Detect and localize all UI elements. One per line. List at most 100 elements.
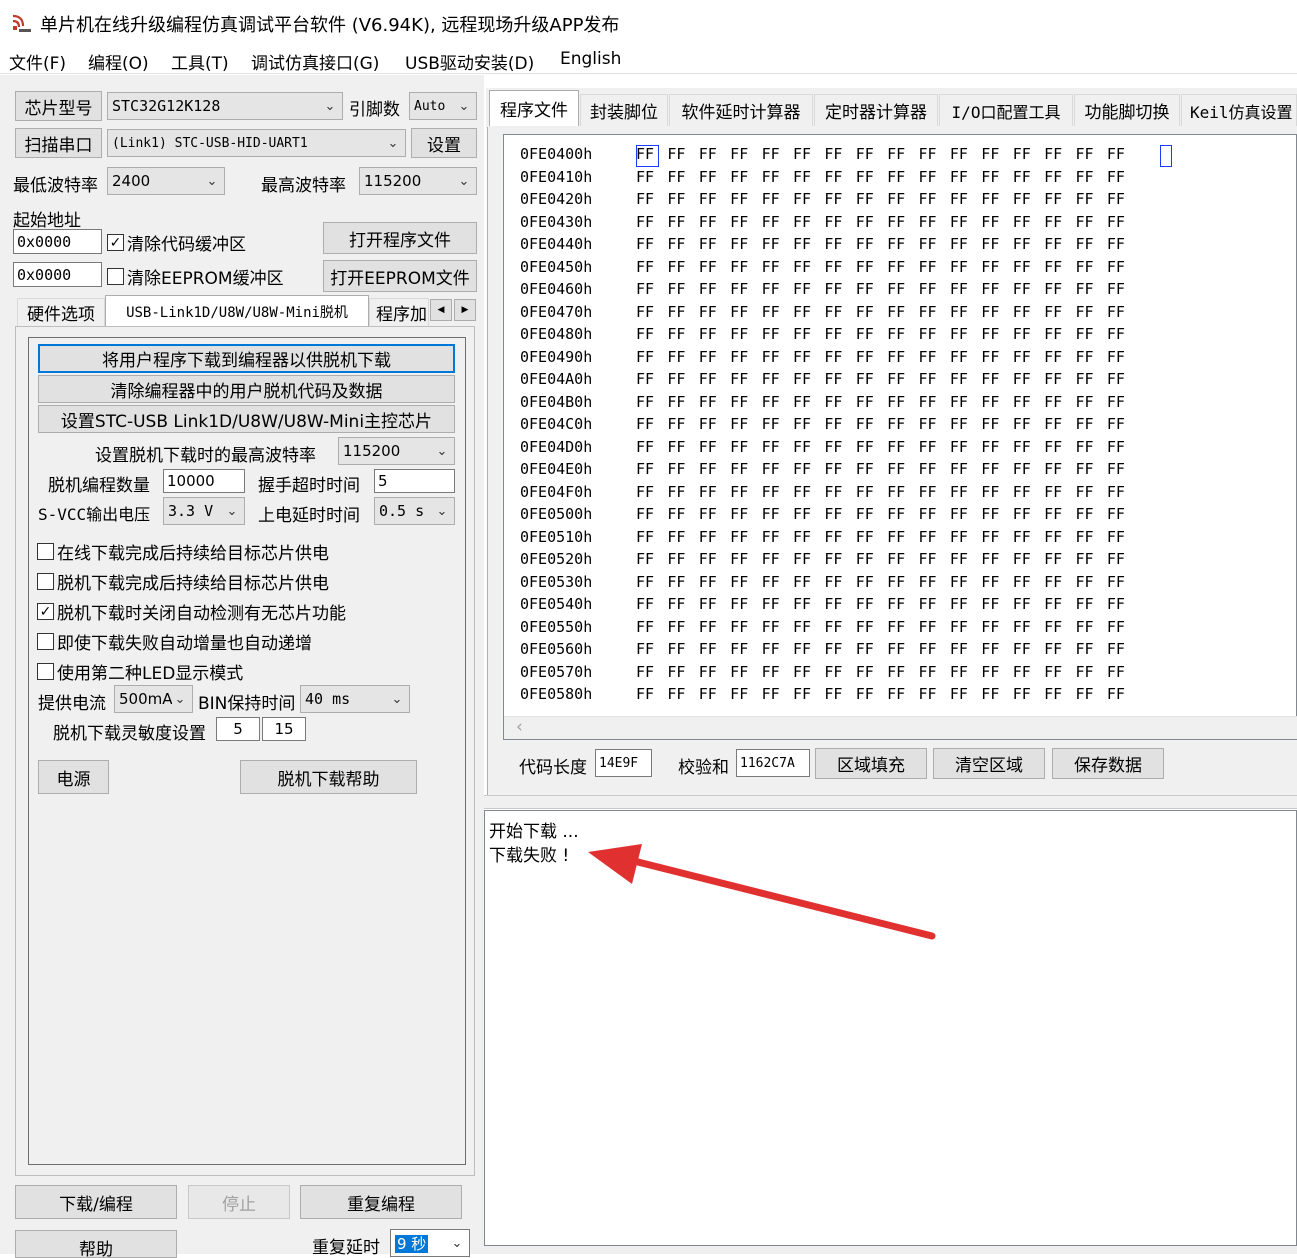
hex-byte[interactable]: FF: [887, 145, 918, 167]
hex-byte[interactable]: FF: [730, 190, 761, 212]
hex-byte[interactable]: FF: [667, 505, 698, 527]
hex-byte[interactable]: FF: [1107, 190, 1138, 212]
hex-byte[interactable]: FF: [1044, 595, 1075, 617]
hex-byte[interactable]: FF: [636, 370, 667, 392]
hex-byte[interactable]: FF: [1075, 460, 1106, 482]
hex-byte[interactable]: FF: [667, 213, 698, 235]
hex-byte[interactable]: FF: [730, 573, 761, 595]
hex-byte[interactable]: FF: [887, 595, 918, 617]
hex-byte[interactable]: FF: [856, 528, 887, 550]
hex-byte[interactable]: FF: [981, 258, 1012, 280]
hex-byte[interactable]: FF: [856, 325, 887, 347]
hex-byte[interactable]: FF: [730, 505, 761, 527]
tab-hardware-options[interactable]: 硬件选项: [17, 298, 105, 326]
hex-byte[interactable]: FF: [636, 415, 667, 437]
hex-byte[interactable]: FF: [981, 235, 1012, 257]
hex-byte[interactable]: FF: [699, 483, 730, 505]
hex-byte[interactable]: FF: [667, 235, 698, 257]
hex-byte[interactable]: FF: [981, 348, 1012, 370]
hex-byte[interactable]: FF: [824, 640, 855, 662]
hex-byte[interactable]: FF: [824, 663, 855, 685]
hex-byte[interactable]: FF: [699, 595, 730, 617]
hex-byte[interactable]: FF: [919, 595, 950, 617]
hex-byte[interactable]: FF: [981, 640, 1012, 662]
hex-byte[interactable]: FF: [1013, 370, 1044, 392]
hex-byte[interactable]: FF: [950, 573, 981, 595]
hex-byte[interactable]: FF: [1044, 663, 1075, 685]
chip-model-select[interactable]: STC32G12K128 ⌄: [107, 92, 343, 120]
hex-byte[interactable]: FF: [919, 168, 950, 190]
hex-byte[interactable]: FF: [824, 460, 855, 482]
power-delay-select[interactable]: 0.5 s ⌄: [374, 497, 455, 525]
hex-byte[interactable]: FF: [793, 303, 824, 325]
hex-byte[interactable]: FF: [887, 415, 918, 437]
hex-byte[interactable]: FF: [856, 460, 887, 482]
hex-byte[interactable]: FF: [919, 460, 950, 482]
hex-byte[interactable]: FF: [667, 550, 698, 572]
hex-byte[interactable]: FF: [1013, 415, 1044, 437]
hex-byte[interactable]: FF: [919, 370, 950, 392]
hex-byte[interactable]: FF: [699, 573, 730, 595]
hex-byte[interactable]: FF: [950, 303, 981, 325]
hex-byte[interactable]: FF: [699, 618, 730, 640]
hex-byte[interactable]: FF: [793, 348, 824, 370]
hex-byte[interactable]: FF: [1044, 190, 1075, 212]
hex-byte[interactable]: FF: [1107, 483, 1138, 505]
hex-byte[interactable]: FF: [1075, 168, 1106, 190]
offline-count-input[interactable]: 10000: [163, 469, 245, 493]
hex-byte[interactable]: FF: [824, 505, 855, 527]
hex-byte[interactable]: FF: [887, 460, 918, 482]
tab-delay-calculator[interactable]: 软件延时计算器: [669, 94, 813, 126]
hex-byte[interactable]: FF: [636, 303, 667, 325]
hex-byte[interactable]: FF: [919, 438, 950, 460]
hex-byte[interactable]: FF: [981, 460, 1012, 482]
hex-byte[interactable]: FF: [919, 573, 950, 595]
hex-byte[interactable]: FF: [887, 393, 918, 415]
hex-byte[interactable]: FF: [950, 438, 981, 460]
hex-byte[interactable]: FF: [887, 573, 918, 595]
hex-byte[interactable]: FF: [1013, 460, 1044, 482]
bin-hold-select[interactable]: 40 ms ⌄: [300, 685, 410, 713]
hex-byte[interactable]: FF: [793, 618, 824, 640]
hex-byte[interactable]: FF: [1107, 663, 1138, 685]
hex-byte[interactable]: FF: [699, 505, 730, 527]
hex-byte[interactable]: FF: [1107, 595, 1138, 617]
hex-byte[interactable]: FF: [667, 595, 698, 617]
hex-byte[interactable]: FF: [793, 663, 824, 685]
hex-byte[interactable]: FF: [981, 415, 1012, 437]
hex-byte[interactable]: FF: [1075, 618, 1106, 640]
hex-byte[interactable]: FF: [699, 550, 730, 572]
hex-byte[interactable]: FF: [730, 303, 761, 325]
hex-byte[interactable]: FF: [824, 528, 855, 550]
hex-byte[interactable]: FF: [1013, 663, 1044, 685]
hex-byte[interactable]: FF: [1107, 370, 1138, 392]
clear-region-button[interactable]: 清空区域: [933, 748, 1045, 779]
hex-byte[interactable]: FF: [1044, 415, 1075, 437]
hex-byte[interactable]: FF: [950, 280, 981, 302]
hex-byte[interactable]: FF: [856, 303, 887, 325]
hex-byte[interactable]: FF: [1075, 258, 1106, 280]
hex-byte[interactable]: FF: [824, 303, 855, 325]
hex-byte[interactable]: FF: [856, 505, 887, 527]
hex-byte[interactable]: FF: [793, 258, 824, 280]
tab-program-encrypt[interactable]: 程序加: [369, 298, 429, 326]
chip-model-button[interactable]: 芯片型号: [15, 91, 102, 121]
hex-byte[interactable]: FF: [636, 550, 667, 572]
hex-byte[interactable]: FF: [1013, 303, 1044, 325]
hex-byte[interactable]: FF: [667, 573, 698, 595]
hex-byte[interactable]: FF: [919, 663, 950, 685]
hex-byte[interactable]: FF: [950, 685, 981, 707]
hex-byte[interactable]: FF: [793, 168, 824, 190]
hex-byte[interactable]: FF: [667, 393, 698, 415]
hex-byte[interactable]: FF: [762, 213, 793, 235]
hex-byte[interactable]: FF: [699, 190, 730, 212]
menu-tools[interactable]: 工具(T): [171, 49, 229, 74]
hex-byte[interactable]: FF: [636, 190, 667, 212]
hex-byte[interactable]: FF: [1107, 550, 1138, 572]
hex-byte[interactable]: FF: [824, 550, 855, 572]
hex-byte[interactable]: FF: [636, 640, 667, 662]
hex-byte[interactable]: FF: [1107, 438, 1138, 460]
hex-byte[interactable]: FF: [1107, 168, 1138, 190]
hex-byte[interactable]: FF: [699, 213, 730, 235]
hex-byte[interactable]: FF: [887, 258, 918, 280]
